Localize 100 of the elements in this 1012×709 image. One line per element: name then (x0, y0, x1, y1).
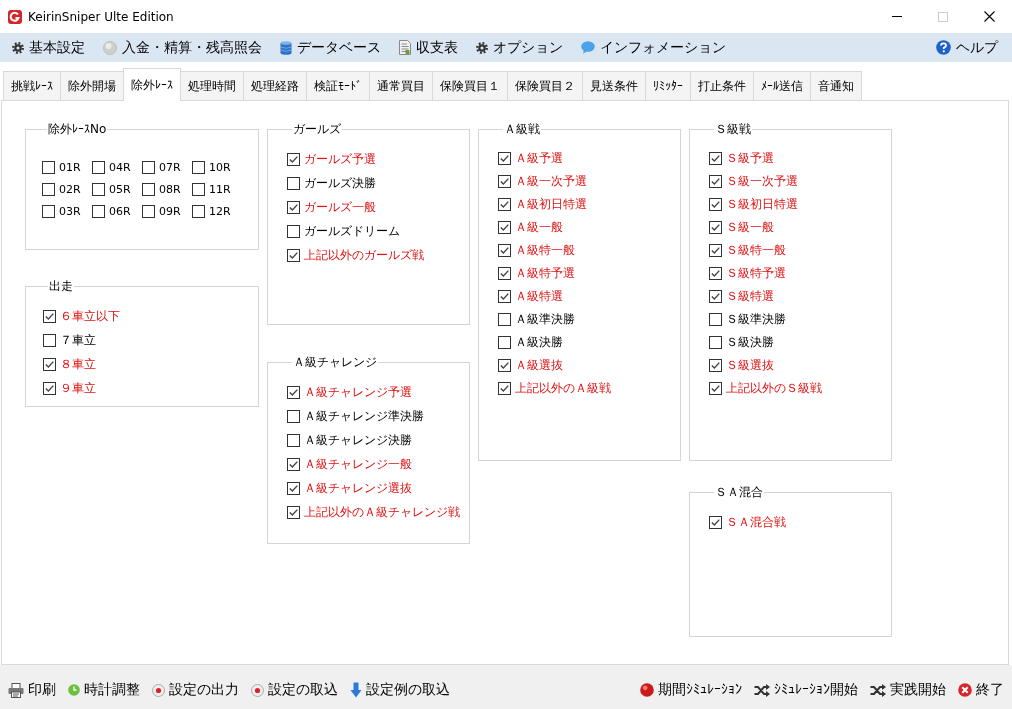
checkbox[interactable] (709, 175, 722, 188)
checkbox[interactable] (709, 267, 722, 280)
checkbox[interactable] (42, 204, 55, 218)
menu-item[interactable]: インフォメーション (581, 38, 732, 57)
tab[interactable]: ﾘﾐｯﾀｰ (645, 71, 691, 100)
menu-item[interactable]: 基本設定 (12, 38, 91, 57)
checkbox[interactable] (709, 359, 722, 372)
toolbar-button[interactable]: ｼﾐｭﾚｰｼｮﾝ開始 (754, 681, 858, 699)
menu-item[interactable]: オプション (476, 38, 569, 57)
menu-item[interactable]: 入金・精算・残高照会 (103, 38, 268, 57)
checkbox[interactable] (43, 381, 56, 395)
tab[interactable]: 処理経路 (243, 71, 307, 100)
checkbox[interactable] (498, 290, 511, 303)
tab[interactable]: 打止条件 (690, 71, 754, 100)
checkbox[interactable] (498, 198, 511, 211)
tab[interactable]: ﾒｰﾙ送信 (753, 71, 811, 100)
shuffle-icon (754, 683, 770, 697)
checkbox[interactable] (192, 160, 205, 174)
checkbox[interactable] (498, 313, 511, 326)
checkbox[interactable] (498, 267, 511, 280)
close-icon[interactable] (983, 11, 995, 22)
help-menu-item[interactable]: ヘルプ (936, 38, 1004, 57)
toolbar-button[interactable]: 設定の取込 (251, 681, 338, 699)
clock-icon (68, 684, 80, 696)
checkbox-label: Ａ級特選 (515, 288, 563, 305)
checkbox[interactable] (287, 481, 300, 495)
toolbar-button[interactable]: 期間ｼﾐｭﾚｰｼｮﾝ (640, 681, 742, 699)
checkbox[interactable] (287, 385, 300, 399)
checkbox-label: ７車立 (60, 331, 96, 349)
tab[interactable]: 通常買目 (369, 71, 433, 100)
tab[interactable]: 見送条件 (582, 71, 646, 100)
toolbar-button[interactable]: 時計調整 (68, 681, 140, 699)
toolbar-button[interactable]: 終了 (958, 681, 1004, 699)
checkbox[interactable] (43, 333, 56, 347)
checkbox-label: Ａ級準決勝 (515, 311, 575, 328)
checkbox[interactable] (287, 248, 300, 262)
checkbox[interactable] (192, 204, 205, 218)
gear-icon (12, 41, 24, 54)
checkbox[interactable] (287, 224, 300, 238)
exit-x-circle-icon (958, 683, 972, 697)
checkbox[interactable] (709, 336, 722, 349)
checkbox[interactable] (287, 200, 300, 214)
checkbox-label: 07R (159, 160, 181, 174)
checkbox[interactable] (287, 433, 300, 447)
toolbar-button[interactable]: 印刷 (8, 681, 56, 699)
checkbox[interactable] (287, 176, 300, 190)
checkbox[interactable] (42, 182, 55, 196)
checkbox[interactable] (287, 457, 300, 471)
checkbox[interactable] (287, 505, 300, 519)
toolbar-button[interactable]: 実践開始 (870, 681, 946, 699)
checkbox[interactable] (498, 152, 511, 165)
checkbox[interactable] (498, 382, 511, 395)
menu-item[interactable]: 収支表 (399, 38, 464, 57)
checkbox[interactable] (42, 160, 55, 174)
checkbox[interactable] (142, 204, 155, 218)
checkbox[interactable] (709, 313, 722, 326)
checkbox-label: ６車立以下 (60, 307, 120, 325)
checkbox[interactable] (709, 382, 722, 395)
checkbox[interactable] (709, 198, 722, 211)
tab[interactable]: 除外ﾚｰｽ (123, 68, 181, 101)
checkbox-label: Ａ級特予選 (515, 265, 575, 282)
checkbox[interactable] (287, 409, 300, 423)
menu-item[interactable]: データベース (280, 38, 387, 57)
checkbox-label: Ａ級選抜 (515, 357, 563, 374)
checkbox[interactable] (498, 336, 511, 349)
sphere-icon (103, 40, 117, 55)
checkbox[interactable] (498, 244, 511, 257)
tab[interactable]: 音通知 (810, 71, 862, 100)
tab[interactable]: 保険買目２ (507, 71, 583, 100)
checkbox[interactable] (43, 357, 56, 371)
checkbox-label: 03R (59, 204, 81, 218)
checkbox[interactable] (709, 221, 722, 234)
checkbox[interactable] (92, 204, 105, 218)
tab[interactable]: 除外開場 (60, 71, 124, 100)
checkbox[interactable] (709, 290, 722, 303)
shuffle-icon (870, 683, 886, 697)
checkbox[interactable] (142, 182, 155, 196)
checkbox[interactable] (92, 182, 105, 196)
checkbox[interactable] (709, 152, 722, 165)
checkbox[interactable] (192, 182, 205, 196)
tab[interactable]: 処理時間 (180, 71, 244, 100)
checkbox[interactable] (498, 221, 511, 234)
toolbar-button[interactable]: 設定例の取込 (350, 681, 450, 699)
checkbox[interactable] (43, 309, 56, 323)
checkbox-label: Ｓ級初日特選 (726, 196, 798, 213)
checkbox[interactable] (92, 160, 105, 174)
checkbox[interactable] (498, 359, 511, 372)
tab[interactable]: 検証ﾓｰﾄﾞ (306, 71, 370, 100)
toolbar-button[interactable]: 設定の出力 (152, 681, 239, 699)
checkbox-label: Ｓ級特選 (726, 288, 774, 305)
checkbox[interactable] (709, 244, 722, 257)
checkbox[interactable] (709, 515, 722, 529)
checkbox[interactable] (498, 175, 511, 188)
tab[interactable]: 挑戦ﾚｰｽ (3, 71, 61, 100)
tab[interactable]: 保険買目１ (432, 71, 508, 100)
checkbox-label: 上記以外のＳ級戦 (726, 380, 822, 397)
checkbox-label: 02R (59, 182, 81, 196)
checkbox[interactable] (142, 160, 155, 174)
checkbox-label: Ａ級特一般 (515, 242, 575, 259)
checkbox[interactable] (287, 152, 300, 166)
